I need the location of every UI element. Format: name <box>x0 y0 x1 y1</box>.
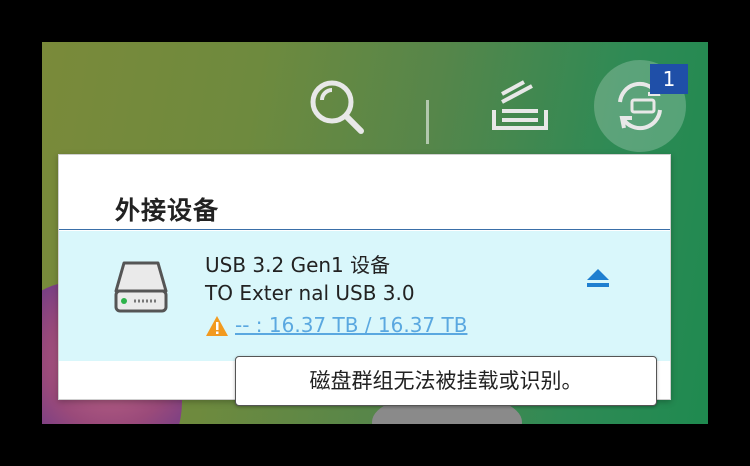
error-tooltip: 磁盘群组无法被挂载或识别。 <box>235 356 657 406</box>
search-icon[interactable] <box>308 78 366 136</box>
external-device-badge: 1 <box>650 64 688 94</box>
background-tasks-icon[interactable] <box>488 74 552 138</box>
warning-icon[interactable] <box>205 315 229 341</box>
eject-icon[interactable] <box>585 267 611 293</box>
device-capacity-link[interactable]: -- : 16.37 TB / 16.37 TB <box>235 313 467 337</box>
panel-divider <box>59 229 670 230</box>
panel-title: 外接设备 <box>115 196 220 225</box>
toolbar-separator <box>426 100 429 144</box>
device-list-item[interactable]: USB 3.2 Gen1 设备 TO Exter nal USB 3.0 -- … <box>59 231 670 361</box>
drive-icon <box>114 261 168 317</box>
device-model: TO Exter nal USB 3.0 <box>205 281 415 305</box>
device-name: USB 3.2 Gen1 设备 <box>205 253 391 277</box>
